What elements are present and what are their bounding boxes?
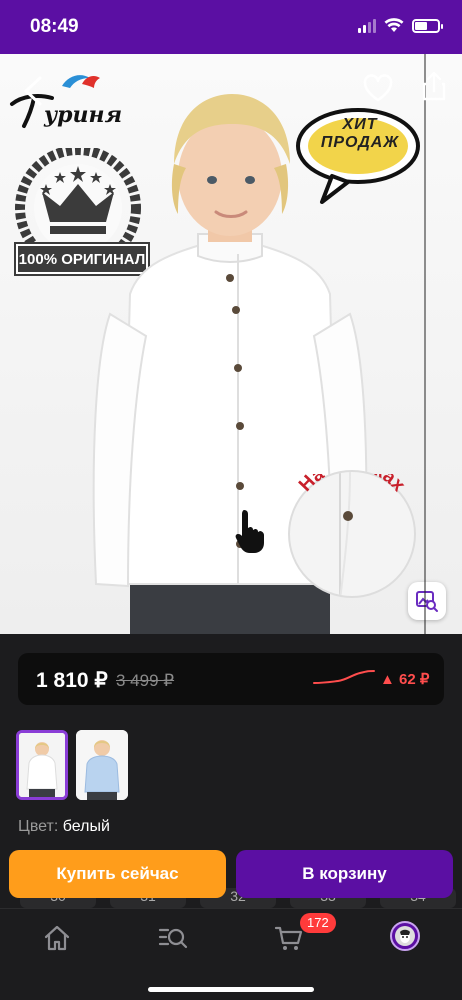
buy-now-button[interactable]: Купить сейчас [9,850,226,898]
current-price: 1 810 ₽ [36,669,108,692]
status-icons [358,18,443,33]
color-label: Цвет: [18,818,59,835]
gallery-divider [424,54,426,634]
add-to-cart-button[interactable]: В корзину [236,850,453,898]
thumbnail-blue-shirt[interactable] [76,730,128,800]
price-trend-icon [313,670,375,684]
price-change: ▲ 62 ₽ [380,671,430,688]
image-search-icon [416,591,438,612]
status-time: 08:49 [30,16,79,37]
cart-icon[interactable] [274,923,304,953]
thumbnail-image [19,733,65,797]
favorite-heart-icon[interactable] [362,72,394,104]
price-panel[interactable]: 1 810 ₽ 3 499 ₽ ▲ 62 ₽ [18,653,444,705]
bestseller-label-line2: ПРОДАЖ [320,134,400,151]
bestseller-label-line1: ХИТ [342,116,378,133]
zoom-caption: На кнопках [295,474,409,496]
color-value: белый [62,818,110,835]
back-arrow-icon[interactable] [18,74,52,108]
hand-pointer-icon [235,510,264,553]
old-price: 3 499 ₽ [116,671,175,690]
product-image-gallery[interactable]: уриня 100% ОРИГИНАЛ ХИТ ПРОДАЖ На ах [0,54,462,634]
home-indicator [148,987,314,992]
thumbnail-image [76,730,128,800]
catalog-search-icon[interactable] [158,923,188,953]
wifi-icon [384,18,404,32]
image-search-button[interactable] [408,582,446,620]
color-selector: Цвет: белый [18,818,110,836]
share-icon[interactable] [420,70,448,102]
bottom-tab-bar: 172 [0,908,462,1000]
battery-icon [412,18,443,33]
cart-count-badge: 172 [300,913,336,933]
thumbnail-white-shirt[interactable] [16,730,68,800]
play-video-button[interactable] [184,322,228,370]
home-icon[interactable] [42,923,72,953]
cellular-signal-icon [358,18,376,33]
avatar-icon [395,926,415,946]
status-bar: 08:49 [0,0,462,54]
bestseller-label: ХИТ ПРОДАЖ [314,116,406,152]
svg-text:На кнопках: На кнопках [295,474,409,496]
profile-avatar[interactable] [390,921,420,951]
